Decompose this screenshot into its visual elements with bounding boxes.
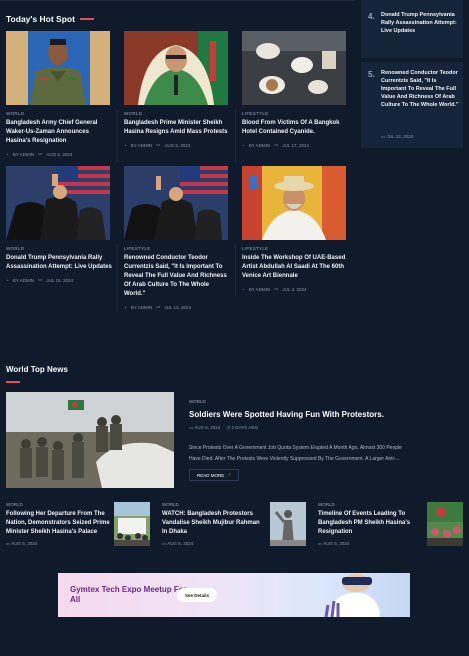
trump-rally-image-2[interactable]	[124, 166, 228, 240]
news-meta: ◔ BY ADMIN ▭ AUG 5, 2024	[124, 142, 191, 148]
author-icon: ◔	[242, 286, 245, 292]
category-label: LIFESTYLE	[242, 246, 269, 251]
category-label: LIFESTYLE	[124, 246, 151, 251]
news-title[interactable]: Timeline Of Events Leading To Bangladesh…	[318, 510, 422, 537]
palace-image[interactable]	[114, 502, 150, 546]
news-card[interactable]: LIFESTYLE Inside The Workshop Of UAE-Bas…	[242, 166, 348, 292]
featured-image[interactable]	[6, 392, 174, 488]
author-icon: ◔	[124, 304, 127, 310]
news-item[interactable]: WORLD WATCH: Bangladesh Protestors Vanda…	[162, 502, 266, 547]
see-details-button[interactable]: See Details	[177, 588, 217, 602]
divider	[235, 244, 236, 296]
trending-title[interactable]: Donald Trump Pennsylvania Rally Assassin…	[381, 11, 459, 35]
news-card[interactable]: LIFESTYLE Renowned Conductor Teodor Curr…	[124, 166, 230, 310]
read-more-button[interactable]: READ MORE ↗	[189, 469, 239, 481]
category-label: WORLD	[318, 502, 335, 507]
section-title-hot-spot: Today's Hot Spot	[6, 14, 94, 24]
news-meta: ▭ AUG 5, 2024	[6, 541, 38, 546]
news-title[interactable]: WATCH: Bangladesh Protestors Vandalise S…	[162, 510, 266, 537]
category-label: WORLD	[189, 399, 206, 404]
category-label: WORLD	[162, 502, 179, 507]
promo-banner[interactable]: Gymtex Tech Expo Meetup For All See Deta…	[58, 573, 410, 617]
category-label: WORLD	[124, 111, 143, 116]
news-meta: ◔ BY ADMIN ▭ JUL 3, 2024	[242, 286, 307, 292]
news-title[interactable]: Inside The Workshop Of UAE-Based Artist …	[242, 254, 348, 281]
news-meta: ◔ BY ADMIN ▭ AUG 5, 2024	[6, 151, 73, 157]
featured-description: Since Protests Over A Government Job Quo…	[189, 445, 402, 462]
trending-number: 4.	[368, 12, 375, 21]
calendar-icon: ▭	[274, 142, 279, 147]
banner-title: Gymtex Tech Expo Meetup For All	[70, 585, 187, 604]
featured-title[interactable]: Soldiers Were Spotted Having Fun With Pr…	[189, 410, 384, 419]
news-title[interactable]: Bangladesh Prime Minister Sheikh Hasina …	[124, 119, 230, 137]
news-title[interactable]: Renowned Conductor Teodor Currentzis Sai…	[124, 254, 230, 299]
category-label: LIFESTYLE	[242, 111, 269, 116]
army-chief-image[interactable]	[6, 31, 110, 105]
news-title[interactable]: Following Her Departure From The Nation,…	[6, 510, 110, 537]
news-title[interactable]: Donald Trump Pennsylvania Rally Assassin…	[6, 254, 112, 272]
news-item[interactable]: WORLD Following Her Departure From The N…	[6, 502, 110, 547]
calendar-icon: ▭	[156, 142, 161, 147]
calendar-icon: ▭	[189, 425, 194, 430]
news-meta: ◔ BY ADMIN ▭ JUL 13, 2024	[124, 304, 192, 310]
news-meta: ▭ AUG 5, 2024	[162, 541, 194, 546]
statue-image[interactable]	[270, 502, 306, 546]
divider	[235, 110, 236, 162]
arrow-up-right-icon: ↗	[227, 472, 232, 477]
trending-number: 5.	[368, 70, 375, 79]
featured-meta: ▭ AUG 5, 2024 ◷ 2 DAYS AGO	[189, 425, 259, 430]
clock-icon: ◷	[226, 425, 231, 430]
category-label: WORLD	[6, 502, 23, 507]
news-card[interactable]: WORLD Donald Trump Pennsylvania Rally As…	[6, 166, 112, 283]
top-divider	[0, 0, 354, 1]
news-card[interactable]: LIFESTYLE Blood From Victims Of A Bangko…	[242, 31, 348, 148]
trending-item[interactable]: 4. Donald Trump Pennsylvania Rally Assas…	[361, 0, 463, 58]
news-card[interactable]: WORLD Bangladesh Prime Minister Sheikh H…	[124, 31, 230, 148]
calendar-icon: ▭	[38, 277, 43, 282]
news-item[interactable]: WORLD Timeline Of Events Leading To Bang…	[318, 502, 422, 547]
author-icon: ◔	[6, 277, 9, 283]
hasina-image[interactable]	[124, 31, 228, 105]
trending-title[interactable]: Renowned Conductor Teodor Currentzis Sai…	[381, 69, 459, 109]
news-meta: ◔ BY ADMIN ▭ JUL 17, 2024	[242, 142, 310, 148]
divider	[117, 244, 118, 312]
vr-person-illustration	[324, 574, 380, 617]
calendar-icon: ▭	[156, 304, 161, 309]
author-icon: ◔	[124, 142, 127, 148]
section-accent-bar	[6, 381, 20, 383]
news-title[interactable]: Bangladesh Army Chief General Waker-Us-Z…	[6, 119, 112, 146]
divider	[117, 110, 118, 162]
news-card[interactable]: WORLD Bangladesh Army Chief General Wake…	[6, 31, 112, 157]
artist-image[interactable]	[242, 166, 346, 240]
calendar-icon: ▭	[274, 286, 279, 291]
protest-flag-image[interactable]	[427, 502, 463, 546]
news-title[interactable]: Blood From Victims Of A Bangkok Hotel Co…	[242, 119, 348, 137]
author-icon: ◔	[242, 142, 245, 148]
teacups-image[interactable]	[242, 31, 346, 105]
section-title-world-top-news: World Top News	[6, 365, 68, 374]
trump-rally-image[interactable]	[6, 166, 110, 240]
trending-item[interactable]: 5. Renowned Conductor Teodor Currentzis …	[361, 62, 463, 148]
calendar-icon: ▭	[38, 151, 43, 156]
news-meta: ▭ AUG 5, 2024	[318, 541, 350, 546]
news-meta: ◔ BY ADMIN ▭ JUL 15, 2024	[6, 277, 74, 283]
category-label: WORLD	[6, 246, 25, 251]
author-icon: ◔	[6, 151, 9, 157]
trending-date: ▭ JUL 13, 2024	[381, 134, 414, 139]
category-label: WORLD	[6, 111, 25, 116]
